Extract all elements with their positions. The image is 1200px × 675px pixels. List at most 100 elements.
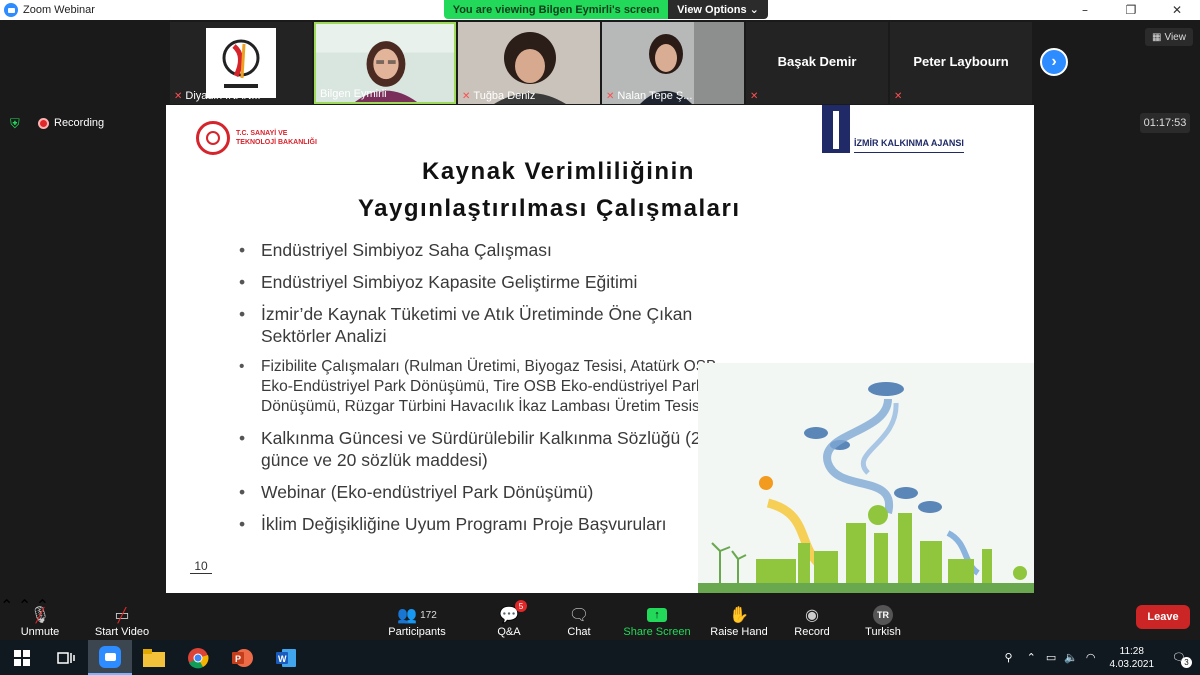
muted-mic-icon: ✕ bbox=[462, 90, 471, 102]
view-options-button[interactable]: View Options ⌄ bbox=[668, 0, 768, 19]
meeting-timer: 01:17:53 bbox=[1140, 113, 1190, 133]
battery-icon[interactable]: ▭ bbox=[1042, 651, 1060, 664]
wifi-icon[interactable]: ◠ bbox=[1082, 651, 1100, 664]
ministry-logo: T.C. SANAYİ VE TEKNOLOJİ BAKANLIĞI bbox=[196, 121, 317, 155]
bullet-item: Fizibilite Çalışmaları (Rulman Üretimi, … bbox=[236, 357, 726, 417]
file-explorer-icon[interactable] bbox=[132, 640, 176, 675]
view-layout-button[interactable]: ▦ View bbox=[1145, 28, 1193, 46]
notifications-icon[interactable]: 🗨 3 bbox=[1164, 651, 1200, 668]
chat-icon: 🗨 bbox=[568, 607, 590, 624]
ministry-name-line1: T.C. SANAYİ VE bbox=[236, 130, 288, 137]
participant-name: ✕ Nalan Tepe Ş... bbox=[606, 90, 693, 102]
participants-button[interactable]: 👥 172 Participants bbox=[386, 598, 448, 638]
agency-logo: İZMİR KALKINMA AJANSI bbox=[822, 105, 964, 153]
qa-badge: 5 bbox=[514, 600, 527, 612]
participant-tile[interactable]: ✕ Diyadin İNAN... bbox=[170, 22, 312, 104]
participant-tile[interactable]: ✕ Tuğba Deniz bbox=[458, 22, 600, 104]
minimize-button[interactable]: – bbox=[1062, 0, 1108, 20]
muted-microphone-icon: 🎙 ╱ bbox=[29, 606, 51, 625]
participant-mic-status: ✕ bbox=[750, 91, 758, 102]
meeting-toolbar: 🎙 ╱ Unmute ⌃ ▭ ╱ Start Video ⌃ 👥 172 Parti… bbox=[0, 596, 1200, 640]
participant-name: ✕ Diyadin İNAN... bbox=[174, 90, 261, 102]
bullet-item: İzmir’de Kaynak Tüketimi ve Atık Üretimi… bbox=[236, 303, 726, 347]
slide-bullet-list: Endüstriyel Simbiyoz Saha Çalışması Endü… bbox=[236, 239, 726, 545]
clock-date: 4.03.2021 bbox=[1109, 658, 1155, 670]
record-button[interactable]: ◉ Record bbox=[792, 598, 832, 638]
recording-indicator[interactable]: Recording bbox=[38, 114, 104, 132]
slide-title-line1: Kaynak Verimliliğinin bbox=[422, 158, 695, 185]
language-interpretation-button[interactable]: TR Turkish bbox=[862, 598, 904, 638]
bullet-item: Kalkınma Güncesi ve Sürdürülebilir Kalkı… bbox=[236, 427, 726, 471]
agency-tower-icon bbox=[822, 105, 850, 153]
window-controls: – ❐ ✕ bbox=[1062, 0, 1200, 20]
participant-logo bbox=[206, 28, 276, 98]
muted-mic-icon: ✕ bbox=[750, 91, 759, 102]
muted-mic-icon: ✕ bbox=[894, 91, 903, 102]
viewing-screen-banner: You are viewing Bilgen Eymirli's screen bbox=[444, 0, 668, 19]
slide-title: Kaynak Verimliliğinin Yaygınlaştırılması… bbox=[296, 153, 1034, 227]
zoom-app-icon bbox=[4, 3, 18, 17]
qa-icon: 💬 5 bbox=[499, 600, 527, 626]
svg-text:W: W bbox=[278, 654, 287, 664]
people-icon[interactable]: ⚲ bbox=[997, 651, 1021, 664]
bullet-item: Webinar (Eko-endüstriyel Park Dönüşümü) bbox=[236, 481, 726, 503]
chat-button[interactable]: 🗨 Chat bbox=[562, 598, 596, 638]
qa-button[interactable]: 💬 5 Q&A bbox=[490, 598, 528, 638]
bullet-item: Endüstriyel Simbiyoz Saha Çalışması bbox=[236, 239, 726, 261]
volume-icon[interactable]: 🔈 bbox=[1060, 651, 1082, 664]
participant-name: ✕ Tuğba Deniz bbox=[462, 90, 536, 102]
grid-icon: ▦ bbox=[1152, 31, 1162, 43]
slide-page-number: 10 bbox=[190, 559, 212, 574]
participant-strip: ✕ Diyadin İNAN... Bilgen Eymirli ✕ Tuğba D… bbox=[170, 22, 1032, 104]
svg-text:P: P bbox=[235, 654, 241, 664]
video-off-icon: ▭ ╱ bbox=[114, 606, 130, 625]
shared-screen-slide: T.C. SANAYİ VE TEKNOLOJİ BAKANLIĞI İZMİR… bbox=[166, 105, 1034, 593]
system-tray: ⚲ ⌃ ▭ 🔈 ◠ 11:28 4.03.2021 🗨 3 bbox=[997, 640, 1200, 675]
window-title: Zoom Webinar bbox=[23, 4, 95, 16]
maximize-button[interactable]: ❐ bbox=[1108, 0, 1154, 20]
muted-mic-icon: ✕ bbox=[606, 90, 615, 102]
participants-icon: 👥 172 bbox=[397, 607, 437, 624]
word-icon[interactable]: W bbox=[264, 640, 308, 675]
participant-tile[interactable]: Peter Laybourn ✕ bbox=[890, 22, 1032, 104]
task-view-icon[interactable] bbox=[44, 640, 88, 675]
unmute-button[interactable]: 🎙 ╱ Unmute bbox=[18, 598, 62, 639]
windows-taskbar: P W ⚲ ⌃ ▭ 🔈 ◠ 11:28 4.03.2021 🗨 3 bbox=[0, 640, 1200, 675]
notifications-badge: 3 bbox=[1181, 657, 1192, 668]
participant-big-name: Başak Demir bbox=[777, 54, 857, 69]
bullet-item: İklim Değişikliğine Uyum Programı Proje … bbox=[236, 513, 726, 535]
next-page-chevron-icon[interactable]: › bbox=[1040, 48, 1068, 76]
eco-city-illustration bbox=[698, 363, 1034, 593]
record-icon: ◉ bbox=[805, 607, 819, 624]
audio-options-caret-icon[interactable]: ⌃ bbox=[0, 598, 13, 615]
raise-hand-button[interactable]: ✋ Raise Hand bbox=[708, 598, 770, 638]
slide-title-line2: Yaygınlaştırılması Çalışmaları bbox=[358, 195, 741, 222]
meeting-stage: ✕ Diyadin İNAN... Bilgen Eymirli ✕ Tuğba D… bbox=[0, 20, 1200, 596]
participant-mic-status: ✕ bbox=[894, 91, 902, 102]
powerpoint-icon[interactable]: P bbox=[220, 640, 264, 675]
close-button[interactable]: ✕ bbox=[1154, 0, 1200, 20]
participant-name: Bilgen Eymirli bbox=[320, 88, 387, 100]
windows-start-icon[interactable] bbox=[0, 640, 44, 675]
muted-mic-icon: ✕ bbox=[174, 90, 183, 102]
leave-button[interactable]: Leave bbox=[1136, 605, 1190, 629]
share-screen-button[interactable]: ↑ Share Screen bbox=[622, 598, 692, 638]
zoom-taskbar-icon[interactable] bbox=[88, 640, 132, 675]
chrome-icon[interactable] bbox=[176, 640, 220, 675]
shield-icon[interactable]: ⛨ bbox=[10, 116, 24, 131]
ministry-name-line2: TEKNOLOJİ BAKANLIĞI bbox=[236, 139, 317, 146]
hand-icon: ✋ bbox=[729, 607, 749, 624]
record-dot-icon bbox=[38, 117, 49, 129]
start-video-button[interactable]: ▭ ╱ Start Video bbox=[92, 598, 152, 639]
show-hidden-icons-chevron-icon[interactable]: ⌃ bbox=[1021, 651, 1042, 664]
system-clock[interactable]: 11:28 4.03.2021 bbox=[1100, 645, 1165, 671]
participant-tile[interactable]: ✕ Nalan Tepe Ş... bbox=[602, 22, 744, 104]
clock-time: 11:28 bbox=[1119, 645, 1144, 657]
language-globe-icon: TR bbox=[873, 604, 893, 626]
participant-big-name: Peter Laybourn bbox=[913, 54, 1009, 69]
participants-count: 172 bbox=[420, 609, 437, 621]
agency-name: İZMİR KALKINMA AJANSI bbox=[854, 138, 964, 153]
share-screen-icon: ↑ bbox=[647, 604, 667, 626]
participant-tile-active[interactable]: Bilgen Eymirli bbox=[314, 22, 456, 104]
participant-tile[interactable]: Başak Demir ✕ bbox=[746, 22, 888, 104]
